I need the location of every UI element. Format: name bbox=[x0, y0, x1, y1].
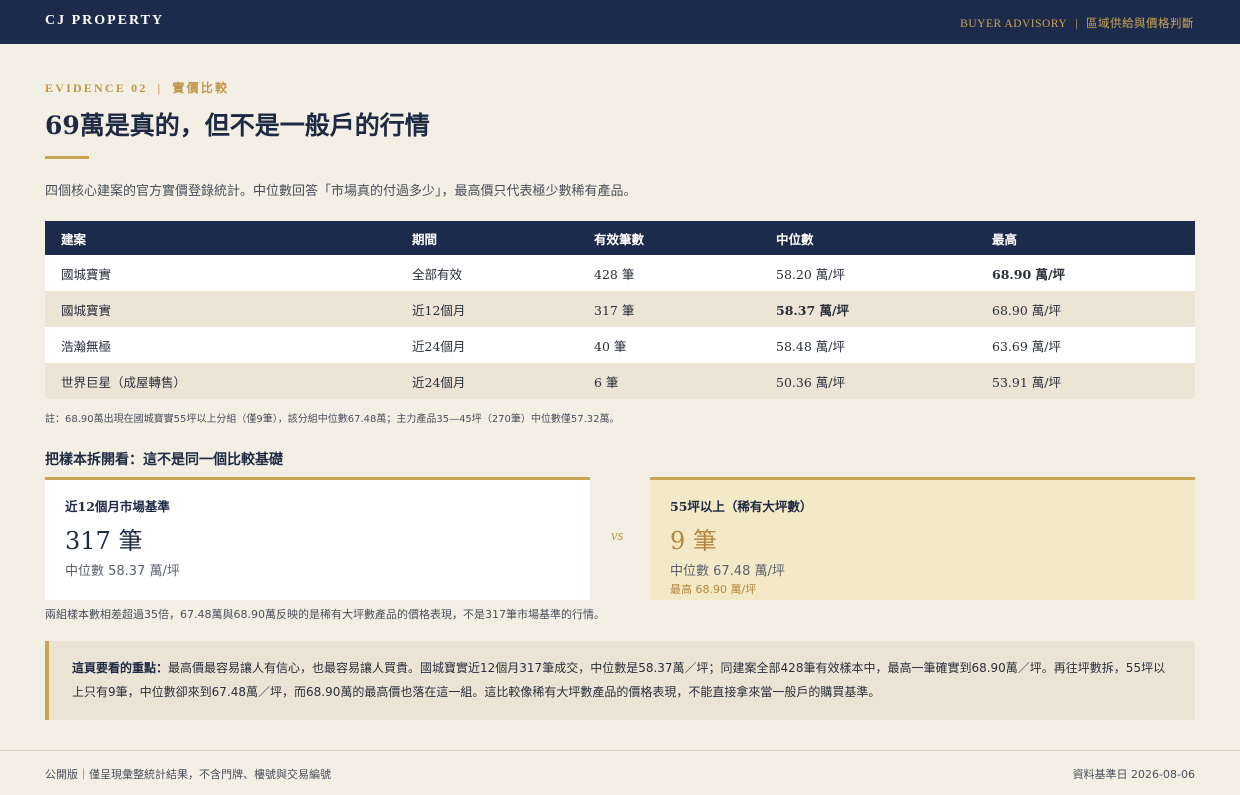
cell-period: 全部有效 bbox=[396, 255, 578, 291]
cell-max-highlight: 68.90 萬/坪 bbox=[976, 255, 1195, 291]
cell-count: 6 筆 bbox=[578, 363, 760, 399]
cell-median: 50.36 萬/坪 bbox=[760, 363, 976, 399]
cell-project: 世界巨星（成屋轉售） bbox=[45, 363, 396, 399]
cell-max: 63.69 萬/坪 bbox=[976, 327, 1195, 363]
cell-count: 40 筆 bbox=[578, 327, 760, 363]
cell-count: 428 筆 bbox=[578, 255, 760, 291]
vs-label: vs bbox=[611, 528, 624, 544]
footer-date: 資料基準日 2026-08-06 bbox=[1072, 768, 1195, 781]
callout-body: 最高價最容易讓人有信心，也最容易讓人買貴。國城寶實近12個月317筆成交，中位數… bbox=[72, 661, 1166, 699]
cell-median-highlight: 58.37 萬/坪 bbox=[760, 291, 976, 327]
cell-median: 58.20 萬/坪 bbox=[760, 255, 976, 291]
card-label: 近12個月市場基準 bbox=[65, 499, 170, 514]
cell-period: 近12個月 bbox=[396, 291, 578, 327]
advisory-topic: 區域供給與價格判斷 bbox=[1086, 18, 1194, 30]
card-max: 最高 68.90 萬/坪 bbox=[670, 583, 757, 596]
large-unit-card: 55坪以上（稀有大坪數） 9 筆 中位數 67.48 萬/坪 最高 68.90 … bbox=[650, 477, 1195, 600]
evidence-label: EVIDENCE 02 | 實價比較 bbox=[45, 79, 229, 96]
col-header-count[interactable]: 有效筆數 bbox=[578, 221, 760, 255]
evidence-separator: | bbox=[157, 81, 163, 95]
table-row: 浩瀚無極 近24個月 40 筆 58.48 萬/坪 63.69 萬/坪 bbox=[45, 327, 1195, 363]
top-bar: CJ PROPERTY BUYER ADVISORY | 區域供給與價格判斷 bbox=[0, 0, 1240, 44]
intro-text: 四個核心建案的官方實價登錄統計。中位數回答「市場真的付過多少」，最高價只代表極少… bbox=[45, 184, 637, 199]
gap-note: 兩組樣本數相差超過35倍，67.48萬與68.90萬反映的是稀有大坪數產品的價格… bbox=[45, 608, 605, 621]
advisory-separator: | bbox=[1075, 18, 1078, 30]
card-count: 9 筆 bbox=[670, 527, 717, 555]
card-label: 55坪以上（稀有大坪數） bbox=[670, 499, 813, 514]
title-underline bbox=[45, 156, 89, 159]
table-row: 世界巨星（成屋轉售） 近24個月 6 筆 50.36 萬/坪 53.91 萬/坪 bbox=[45, 363, 1195, 399]
cell-median: 58.48 萬/坪 bbox=[760, 327, 976, 363]
cell-max: 68.90 萬/坪 bbox=[976, 291, 1195, 327]
cell-period: 近24個月 bbox=[396, 363, 578, 399]
advisory-label: BUYER ADVISORY | 區域供給與價格判斷 bbox=[960, 15, 1194, 31]
market-baseline-card: 近12個月市場基準 317 筆 中位數 58.37 萬/坪 bbox=[45, 477, 590, 600]
col-header-max[interactable]: 最高 bbox=[976, 221, 1195, 255]
price-comparison-table: 建案 期間 有效筆數 中位數 最高 國城寶實 全部有效 428 筆 58.20 … bbox=[45, 221, 1195, 399]
brand-logo[interactable]: CJ PROPERTY bbox=[45, 13, 164, 29]
page-title: 69萬是真的，但不是一般戶的行情 bbox=[45, 111, 430, 140]
col-header-project[interactable]: 建案 bbox=[45, 221, 396, 255]
footer-divider bbox=[0, 750, 1240, 751]
evidence-topic: 實價比較 bbox=[172, 81, 230, 95]
cell-project: 國城寶實 bbox=[45, 291, 396, 327]
card-count: 317 筆 bbox=[65, 527, 143, 555]
cell-count: 317 筆 bbox=[578, 291, 760, 327]
cell-period: 近24個月 bbox=[396, 327, 578, 363]
comparison-heading: 把樣本拆開看：這不是同一個比較基礎 bbox=[45, 452, 283, 468]
callout-lead: 這頁要看的重點： bbox=[72, 661, 169, 675]
card-median: 中位數 58.37 萬/坪 bbox=[65, 564, 180, 579]
cell-max: 53.91 萬/坪 bbox=[976, 363, 1195, 399]
cell-project: 國城寶實 bbox=[45, 255, 396, 291]
col-header-median[interactable]: 中位數 bbox=[760, 221, 976, 255]
table-footnote: 註：68.90萬出現在國城寶實55坪以上分組（僅9筆），該分組中位數67.48萬… bbox=[45, 414, 620, 425]
card-median: 中位數 67.48 萬/坪 bbox=[670, 564, 785, 579]
key-point-callout: 這頁要看的重點：最高價最容易讓人有信心，也最容易讓人買貴。國城寶實近12個月31… bbox=[45, 641, 1195, 720]
footer-disclaimer: 公開版｜僅呈現彙整統計結果，不含門牌、樓號與交易編號 bbox=[45, 768, 331, 781]
table-row: 國城寶實 全部有效 428 筆 58.20 萬/坪 68.90 萬/坪 bbox=[45, 255, 1195, 291]
cell-project: 浩瀚無極 bbox=[45, 327, 396, 363]
table-header-row: 建案 期間 有效筆數 中位數 最高 bbox=[45, 221, 1195, 255]
evidence-number: EVIDENCE 02 bbox=[45, 81, 148, 95]
table-row: 國城寶實 近12個月 317 筆 58.37 萬/坪 68.90 萬/坪 bbox=[45, 291, 1195, 327]
advisory-title: BUYER ADVISORY bbox=[960, 18, 1068, 30]
col-header-period[interactable]: 期間 bbox=[396, 221, 578, 255]
